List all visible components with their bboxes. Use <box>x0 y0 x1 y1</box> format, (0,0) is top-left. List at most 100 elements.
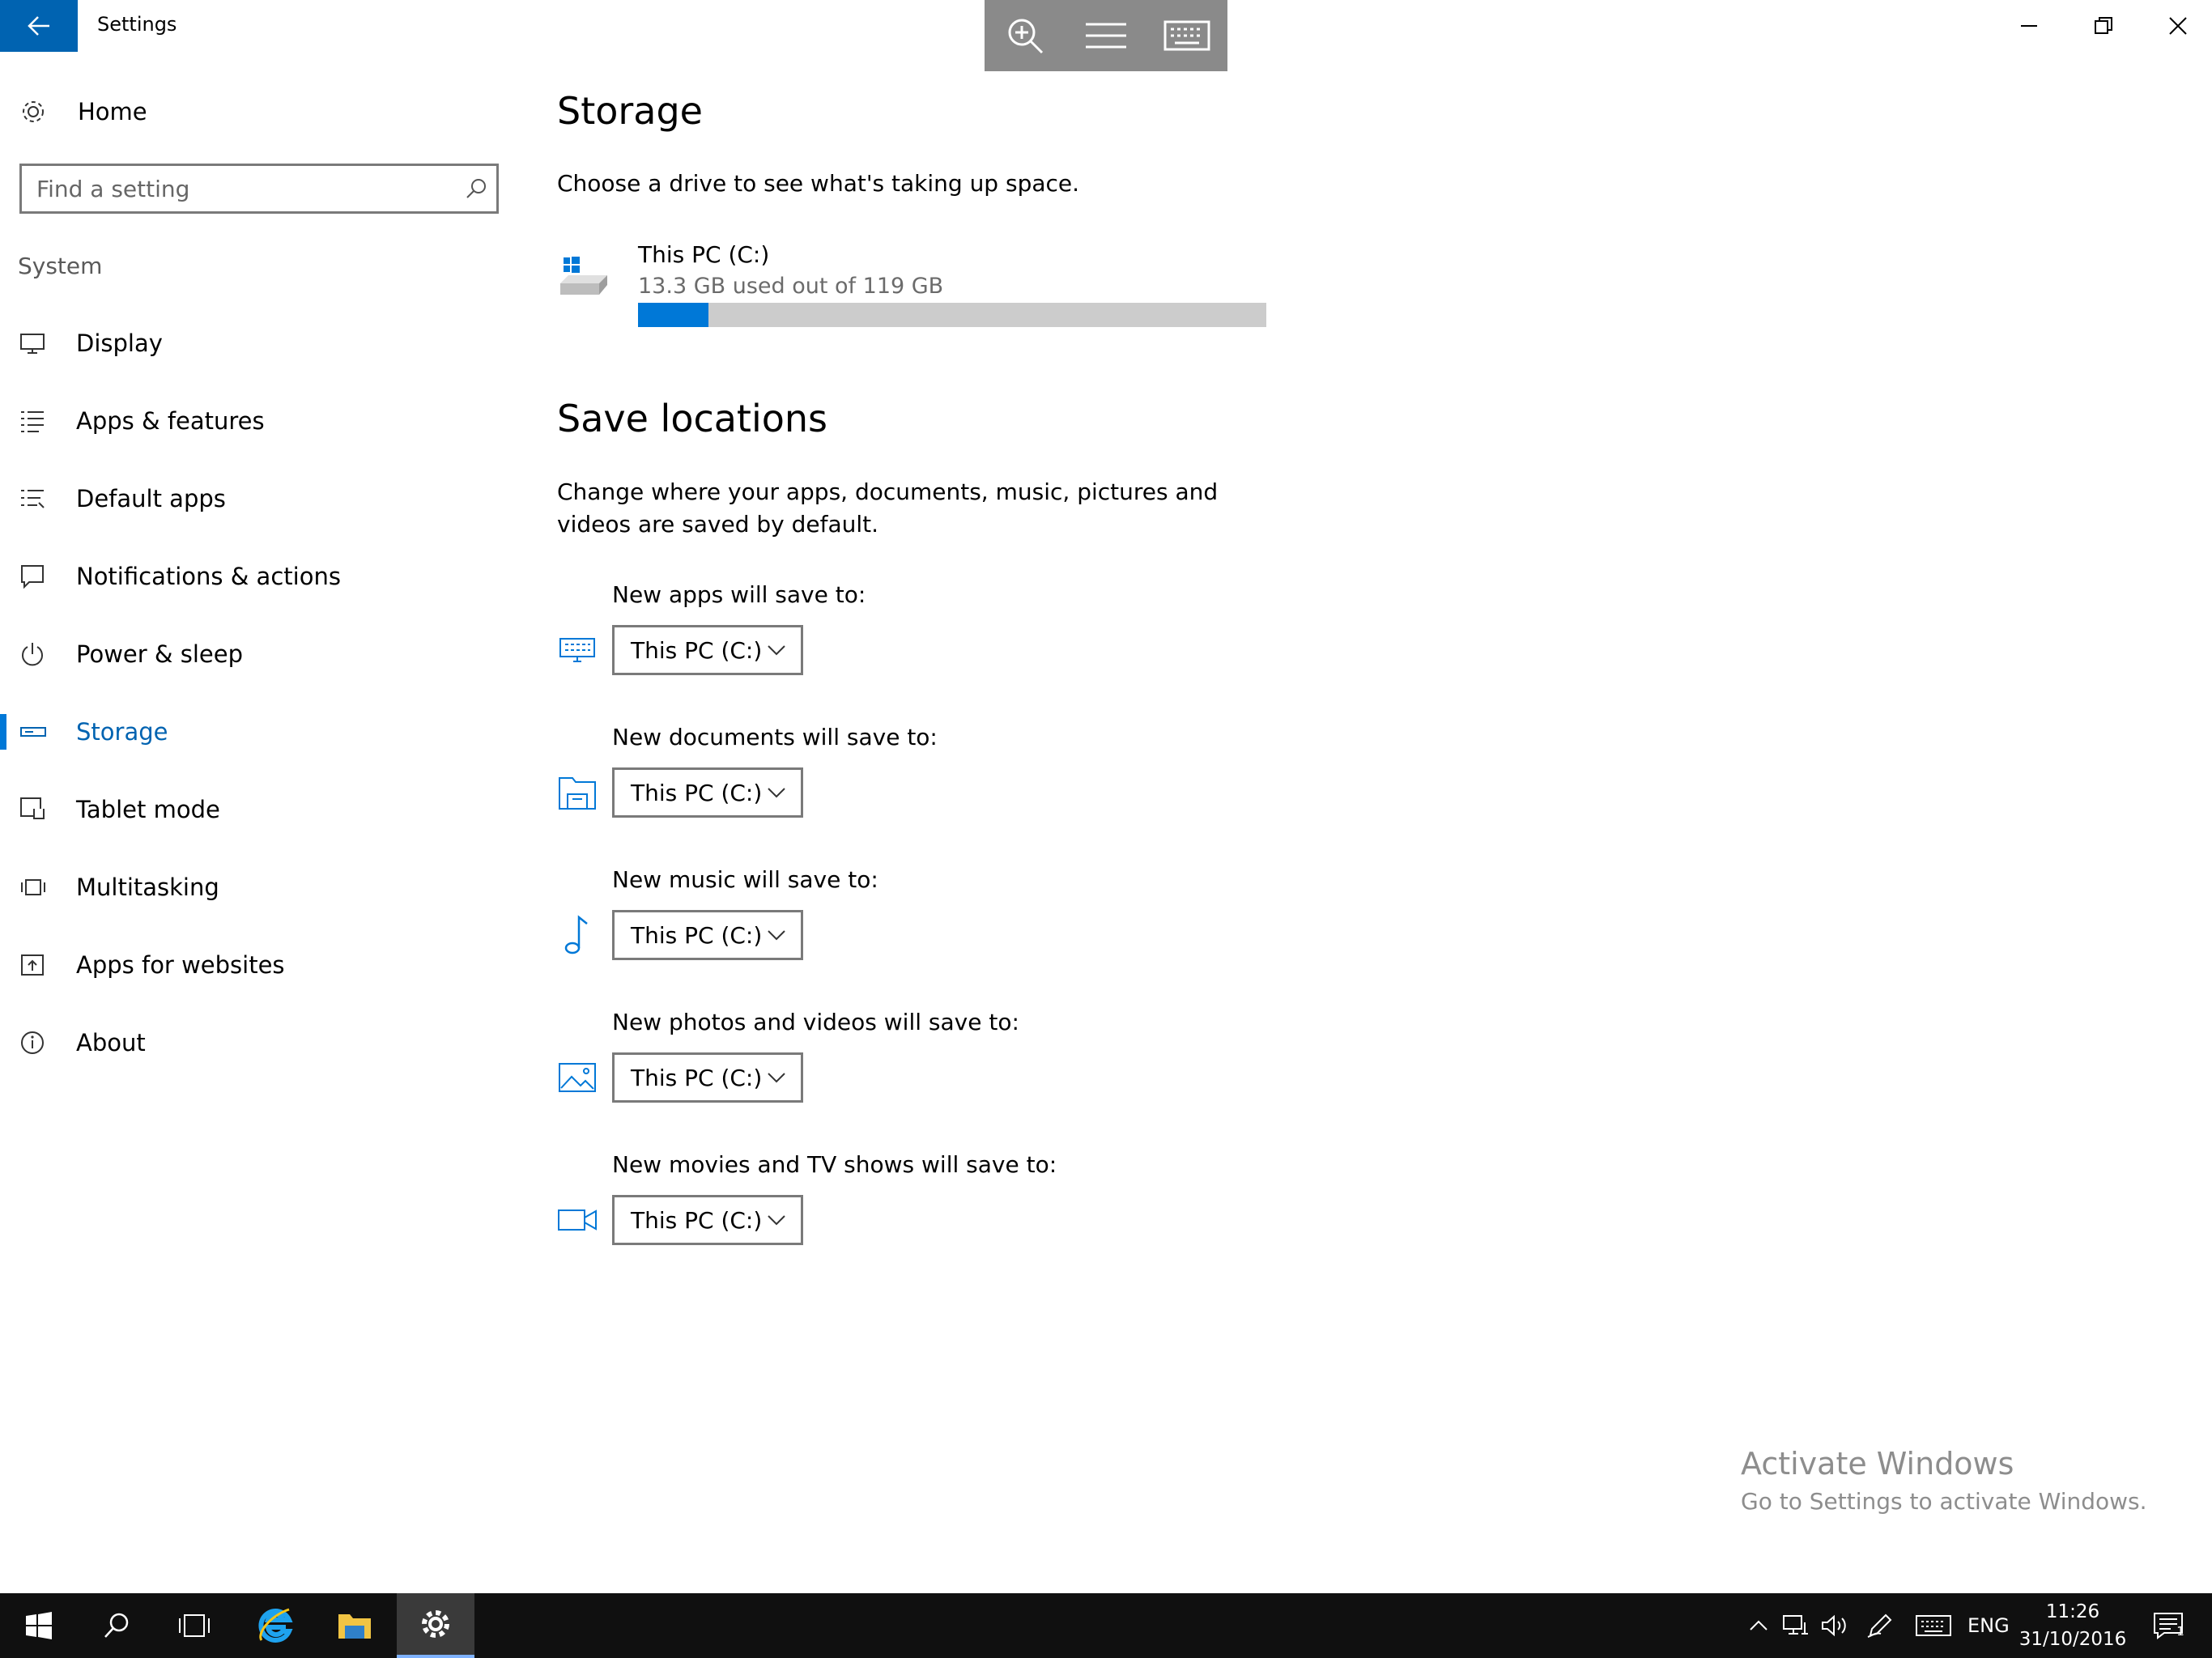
movies-location-label: New movies and TV shows will save to: <box>612 1151 1057 1178</box>
sidebar-item-multitasking[interactable]: Multitasking <box>0 855 518 920</box>
dropdown-value: This PC (C:) <box>631 779 763 806</box>
gear-icon <box>23 101 44 122</box>
chevron-down-icon <box>768 788 785 798</box>
dropdown-value: This PC (C:) <box>631 921 763 949</box>
photos-location-label: New photos and videos will save to: <box>612 1009 1019 1035</box>
sidebar-item-storage[interactable]: Storage <box>0 699 518 764</box>
search-input[interactable] <box>22 166 456 211</box>
sidebar-item-apps-features[interactable]: Apps & features <box>0 389 518 453</box>
zoom-icon <box>1008 19 1044 54</box>
menu-button[interactable] <box>1066 0 1146 71</box>
hard-drive-icon <box>557 254 609 303</box>
sidebar-item-default-apps[interactable]: Default apps <box>0 466 518 531</box>
multitask-icon <box>21 879 45 895</box>
close-icon <box>2169 17 2187 35</box>
keyboard-icon <box>1163 20 1210 51</box>
close-button[interactable] <box>2141 0 2212 52</box>
sidebar-item-label: Multitasking <box>76 874 219 901</box>
sidebar-item-label: Power & sleep <box>76 640 243 668</box>
notification-count-badge: 1 <box>2176 1624 2184 1639</box>
restore-button[interactable] <box>2066 0 2141 52</box>
sidebar-item-tablet-mode[interactable]: Tablet mode <box>0 777 518 842</box>
sidebar-item-about[interactable]: About <box>0 1010 518 1075</box>
floating-toolbar <box>985 0 1227 71</box>
task-view-icon <box>179 1614 210 1637</box>
apps-location-dropdown[interactable]: This PC (C:) <box>612 625 803 675</box>
drive-item-c[interactable]: This PC (C:) 13.3 GB used out of 119 GB <box>557 236 1270 334</box>
chevron-down-icon <box>768 1215 785 1226</box>
search-icon <box>104 1613 129 1638</box>
activation-watermark-subtitle: Go to Settings to activate Windows. <box>1741 1488 2147 1515</box>
search-box[interactable] <box>19 164 499 214</box>
search-icon[interactable] <box>456 177 496 200</box>
sidebar-item-label: Apps for websites <box>76 951 285 979</box>
pen-button[interactable] <box>1862 1593 1898 1658</box>
drive-usage-fill <box>638 303 708 327</box>
tray-overflow-button[interactable] <box>1742 1593 1775 1658</box>
drive-name: This PC (C:) <box>638 241 770 268</box>
task-view-button[interactable] <box>155 1593 233 1658</box>
clock[interactable]: 11:26 31/10/2016 <box>2016 1598 2129 1653</box>
music-note-icon <box>557 915 598 955</box>
video-camera-icon <box>557 1200 598 1240</box>
chevron-up-icon <box>1750 1620 1767 1630</box>
taskbar-search-button[interactable] <box>78 1593 155 1658</box>
touch-keyboard-button[interactable] <box>1911 1593 1956 1658</box>
keyboard-button[interactable] <box>1146 0 1227 71</box>
sidebar-item-notifications[interactable]: Notifications & actions <box>0 544 518 609</box>
save-locations-title: Save locations <box>557 397 828 440</box>
drive-usage-text: 13.3 GB used out of 119 GB <box>638 274 944 299</box>
input-language[interactable]: ENG <box>1967 1593 2010 1658</box>
list-icon <box>21 411 44 432</box>
network-icon <box>1783 1615 1808 1635</box>
monitor-icon <box>20 334 45 354</box>
sidebar-item-label: Notifications & actions <box>76 563 341 590</box>
back-button[interactable] <box>0 0 78 52</box>
keyboard-icon <box>1916 1615 1951 1636</box>
drive-icon <box>20 727 46 737</box>
chevron-down-icon <box>768 1073 785 1083</box>
chevron-down-icon <box>768 645 785 656</box>
dropdown-value: This PC (C:) <box>631 1206 763 1234</box>
start-button[interactable] <box>0 1593 78 1658</box>
home-link[interactable]: Home <box>19 91 147 133</box>
web-app-icon <box>21 954 44 976</box>
zoom-button[interactable] <box>985 0 1066 71</box>
sidebar-item-label: Apps & features <box>76 407 265 435</box>
movies-location-dropdown[interactable]: This PC (C:) <box>612 1195 803 1245</box>
page-title: Storage <box>557 89 703 133</box>
minimize-button[interactable] <box>1992 0 2066 52</box>
sidebar-item-apps-websites[interactable]: Apps for websites <box>0 933 518 997</box>
apps-location-label: New apps will save to: <box>612 581 866 608</box>
power-icon <box>22 643 43 666</box>
settings-taskbar-button[interactable] <box>397 1593 474 1658</box>
list-default-icon <box>21 490 45 508</box>
internet-explorer-icon <box>258 1608 293 1643</box>
dropdown-value: This PC (C:) <box>631 1064 763 1091</box>
sidebar-item-label: Tablet mode <box>76 796 220 823</box>
documents-location-dropdown[interactable]: This PC (C:) <box>612 767 803 818</box>
photos-location-dropdown[interactable]: This PC (C:) <box>612 1052 803 1103</box>
menu-icon <box>1086 23 1126 49</box>
network-button[interactable] <box>1778 1593 1814 1658</box>
storage-description: Choose a drive to see what's taking up s… <box>557 170 1080 197</box>
picture-icon <box>557 1057 598 1098</box>
sidebar-item-power-sleep[interactable]: Power & sleep <box>0 622 518 687</box>
home-label: Home <box>78 98 147 125</box>
section-label-system: System <box>18 253 103 279</box>
volume-button[interactable] <box>1817 1593 1853 1658</box>
gear-icon <box>422 1610 449 1638</box>
back-arrow-icon <box>28 16 49 36</box>
internet-explorer-button[interactable] <box>236 1593 314 1658</box>
tablet-icon <box>20 797 45 819</box>
file-explorer-button[interactable] <box>316 1593 393 1658</box>
music-location-dropdown[interactable]: This PC (C:) <box>612 910 803 960</box>
documents-location-label: New documents will save to: <box>612 724 938 750</box>
documents-icon <box>557 772 598 813</box>
sidebar-item-display[interactable]: Display <box>0 311 518 376</box>
message-icon <box>21 565 44 589</box>
clock-time: 11:26 <box>2045 1601 2100 1622</box>
sidebar-item-label: About <box>76 1029 146 1056</box>
dropdown-value: This PC (C:) <box>631 636 763 664</box>
save-locations-description: Change where your apps, documents, music… <box>557 478 1219 538</box>
